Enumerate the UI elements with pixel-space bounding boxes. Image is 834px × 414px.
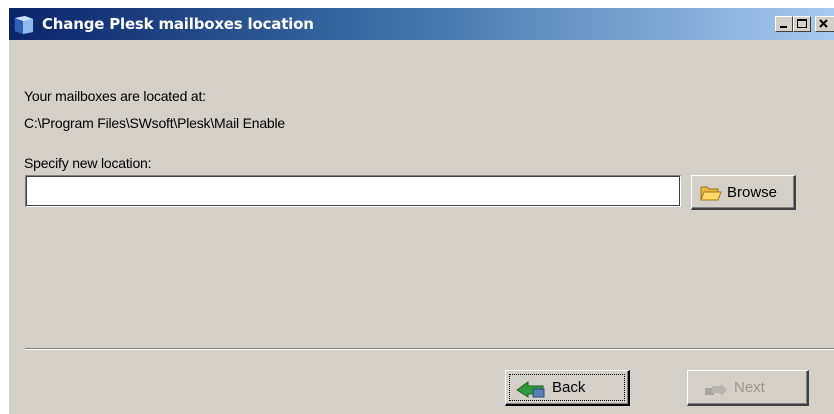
minimize-icon: [780, 26, 787, 28]
title-bar[interactable]: Change Plesk mailboxes location: [9, 8, 834, 40]
maximize-icon: [797, 19, 807, 28]
next-button-label: Next: [734, 379, 765, 396]
window-title: Change Plesk mailboxes location: [42, 15, 314, 33]
footer-divider: [25, 348, 834, 350]
maximize-button[interactable]: [793, 16, 811, 32]
close-icon: [819, 19, 828, 28]
current-path-text: C:\Program Files\SWsoft\Plesk\Mail Enabl…: [24, 115, 285, 131]
close-button[interactable]: [815, 16, 834, 32]
back-button-label: Back: [552, 379, 586, 396]
back-button[interactable]: Back: [505, 370, 630, 406]
new-location-label: Specify new location:: [24, 155, 152, 171]
minimize-button[interactable]: [775, 16, 793, 32]
new-location-input[interactable]: [25, 175, 681, 207]
browse-button-label: Browse: [727, 184, 778, 201]
folder-icon: [700, 185, 722, 206]
browse-button[interactable]: Browse: [691, 175, 796, 210]
mailbox-location-label: Your mailboxes are located at:: [24, 88, 206, 104]
back-arrow-icon: [516, 380, 546, 402]
next-button[interactable]: Next: [687, 370, 809, 406]
next-arrow-icon: [704, 383, 728, 401]
plesk-app-icon: [13, 15, 35, 35]
dialog-window: Change Plesk mailboxes location Your mai…: [9, 8, 834, 414]
